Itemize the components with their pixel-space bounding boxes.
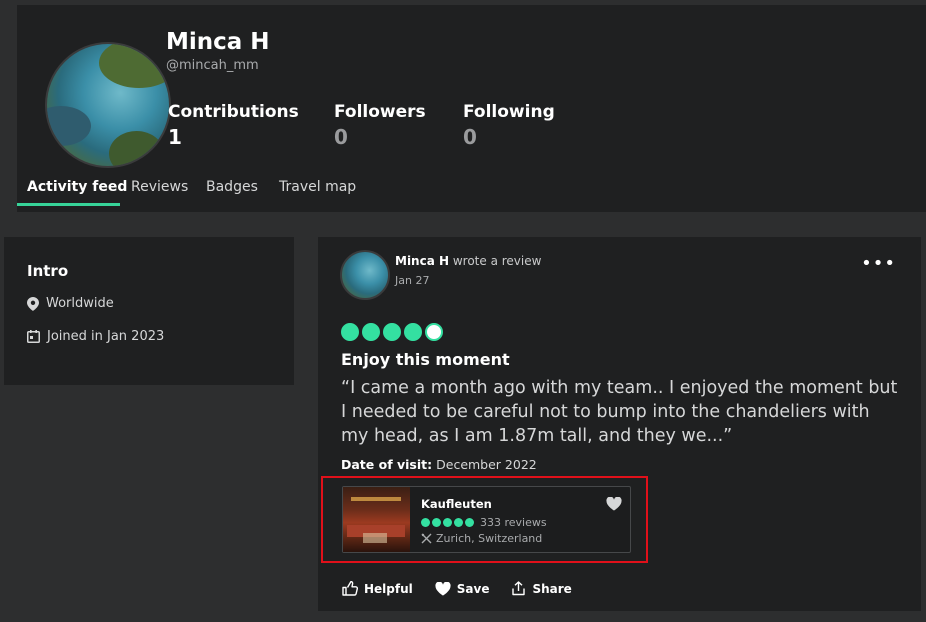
share-label: Share <box>532 581 572 596</box>
review-title[interactable]: Enjoy this moment <box>341 350 510 369</box>
tab-travel-map[interactable]: Travel map <box>279 179 356 205</box>
intro-location-text: Worldwide <box>46 296 114 311</box>
rating-bubble <box>425 323 443 341</box>
fork-knife-icon <box>421 533 432 544</box>
share-button[interactable]: Share <box>511 581 572 596</box>
review-rating-bubbles <box>341 323 443 341</box>
stat-label: Following <box>463 102 555 122</box>
activity-feed-card: Minca H wrote a review Jan 27 ••• Enjoy … <box>318 237 921 611</box>
post-author-avatar[interactable] <box>340 250 390 300</box>
stat-value: 0 <box>334 125 348 149</box>
intro-title: Intro <box>27 262 69 280</box>
place-rating: 333 reviews <box>421 516 547 529</box>
calendar-icon <box>27 330 40 343</box>
profile-header: Minca H @mincah_mm Contributions 1 Follo… <box>17 5 926 212</box>
heart-icon <box>435 581 451 595</box>
visit-date: December 2022 <box>436 457 537 472</box>
helpful-button[interactable]: Helpful <box>342 581 413 596</box>
rating-bubble <box>362 323 380 341</box>
stat-followers[interactable]: Followers 0 <box>334 102 426 149</box>
post-author-name[interactable]: Minca H <box>395 254 449 268</box>
profile-name: Minca H <box>166 29 270 55</box>
place-thumbnail <box>343 487 410 552</box>
review-body[interactable]: “I came a month ago with my team.. I enj… <box>341 376 901 448</box>
rating-bubble <box>465 518 474 527</box>
rating-bubble <box>421 518 430 527</box>
share-icon <box>512 581 526 596</box>
visit-label: Date of visit: <box>341 457 433 472</box>
rating-bubble <box>404 323 422 341</box>
intro-location: Worldwide <box>27 296 114 311</box>
save-button[interactable]: Save <box>435 581 490 596</box>
stat-contributions[interactable]: Contributions 1 <box>168 102 299 149</box>
save-heart-button[interactable] <box>606 496 622 515</box>
intro-joined: Joined in Jan 2023 <box>27 329 164 344</box>
profile-avatar[interactable] <box>45 42 171 168</box>
thumbs-up-icon <box>342 581 358 596</box>
stat-label: Contributions <box>168 102 299 122</box>
intro-joined-text: Joined in Jan 2023 <box>47 329 165 344</box>
place-card[interactable]: Kaufleuten 333 reviews Zurich, Switzerla… <box>342 486 631 553</box>
helpful-label: Helpful <box>364 581 413 596</box>
stat-label: Followers <box>334 102 426 122</box>
heart-icon <box>606 496 622 511</box>
tab-reviews[interactable]: Reviews <box>131 179 188 205</box>
post-meta: Minca H wrote a review <box>395 254 541 268</box>
place-name[interactable]: Kaufleuten <box>421 497 492 511</box>
tab-badges[interactable]: Badges <box>206 179 258 205</box>
place-review-count: 333 reviews <box>480 516 547 529</box>
date-of-visit: Date of visit: December 2022 <box>341 457 537 472</box>
rating-bubble <box>454 518 463 527</box>
place-location-text: Zurich, Switzerland <box>436 532 543 545</box>
stat-value: 0 <box>463 125 477 149</box>
post-actions: Helpful Save Share <box>342 581 594 596</box>
stat-following[interactable]: Following 0 <box>463 102 555 149</box>
profile-handle: @mincah_mm <box>166 58 259 73</box>
rating-bubble <box>443 518 452 527</box>
rating-bubble <box>383 323 401 341</box>
place-location: Zurich, Switzerland <box>421 532 542 545</box>
rating-bubble <box>341 323 359 341</box>
stat-value: 1 <box>168 125 182 149</box>
rating-bubble <box>432 518 441 527</box>
intro-panel: Intro Worldwide Joined in Jan 2023 <box>4 237 294 385</box>
post-date: Jan 27 <box>395 274 430 287</box>
map-pin-icon <box>27 296 39 311</box>
more-options-icon[interactable]: ••• <box>861 253 896 274</box>
post-action-text: wrote a review <box>452 254 542 268</box>
save-label: Save <box>456 581 490 596</box>
tab-activity-feed[interactable]: Activity feed <box>17 179 127 206</box>
